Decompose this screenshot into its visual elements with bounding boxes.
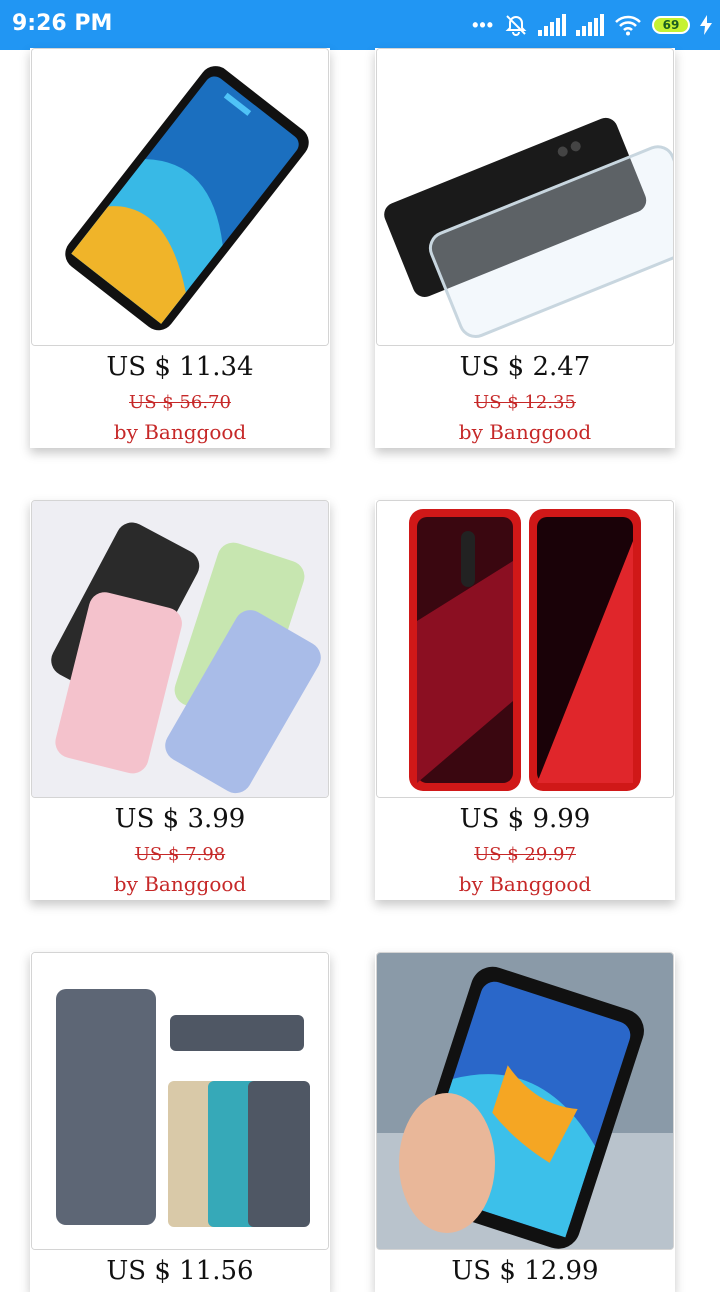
signal-icon [538, 14, 566, 36]
product-price: US $ 3.99 [114, 804, 246, 834]
product-image[interactable] [31, 952, 329, 1250]
status-bar: 9:26 PM ••• 69 [0, 0, 720, 50]
battery-icon: 69 [652, 16, 690, 34]
product-price: US $ 11.34 [106, 352, 254, 382]
wifi-icon [615, 15, 641, 36]
product-original-price: US $ 12.35 [474, 392, 576, 413]
signal-icon-2 [576, 14, 604, 36]
product-seller: by Banggood [458, 420, 592, 444]
product-card[interactable]: US $ 9.99 US $ 29.97 by Banggood [375, 500, 675, 900]
product-card[interactable]: US $ 3.99 US $ 7.98 by Banggood [30, 500, 330, 900]
product-original-price: US $ 56.70 [129, 392, 231, 413]
product-seller: by Banggood [458, 872, 592, 896]
product-image[interactable] [376, 500, 674, 798]
product-seller: by Banggood [113, 420, 247, 444]
status-icons: ••• 69 [472, 12, 712, 38]
charging-icon [700, 15, 712, 35]
product-price: US $ 12.99 [451, 1256, 599, 1286]
product-seller: by Banggood [113, 872, 247, 896]
product-image[interactable] [376, 952, 674, 1250]
product-image[interactable] [31, 500, 329, 798]
more-notifications-icon: ••• [472, 15, 494, 35]
product-image[interactable] [376, 48, 674, 346]
product-original-price: US $ 29.97 [474, 844, 576, 865]
alarm-off-icon [505, 15, 527, 36]
product-card[interactable]: US $ 11.34 US $ 56.70 by Banggood [30, 48, 330, 448]
product-original-price: US $ 7.98 [134, 844, 226, 865]
product-card[interactable]: US $ 12.99 [375, 952, 675, 1292]
product-image[interactable] [31, 48, 329, 346]
product-card[interactable]: US $ 11.56 [30, 952, 330, 1292]
product-price: US $ 9.99 [459, 804, 591, 834]
product-card[interactable]: US $ 2.47 US $ 12.35 by Banggood [375, 48, 675, 448]
status-time: 9:26 PM [12, 11, 113, 36]
product-price: US $ 11.56 [106, 1256, 254, 1286]
product-price: US $ 2.47 [459, 352, 591, 382]
